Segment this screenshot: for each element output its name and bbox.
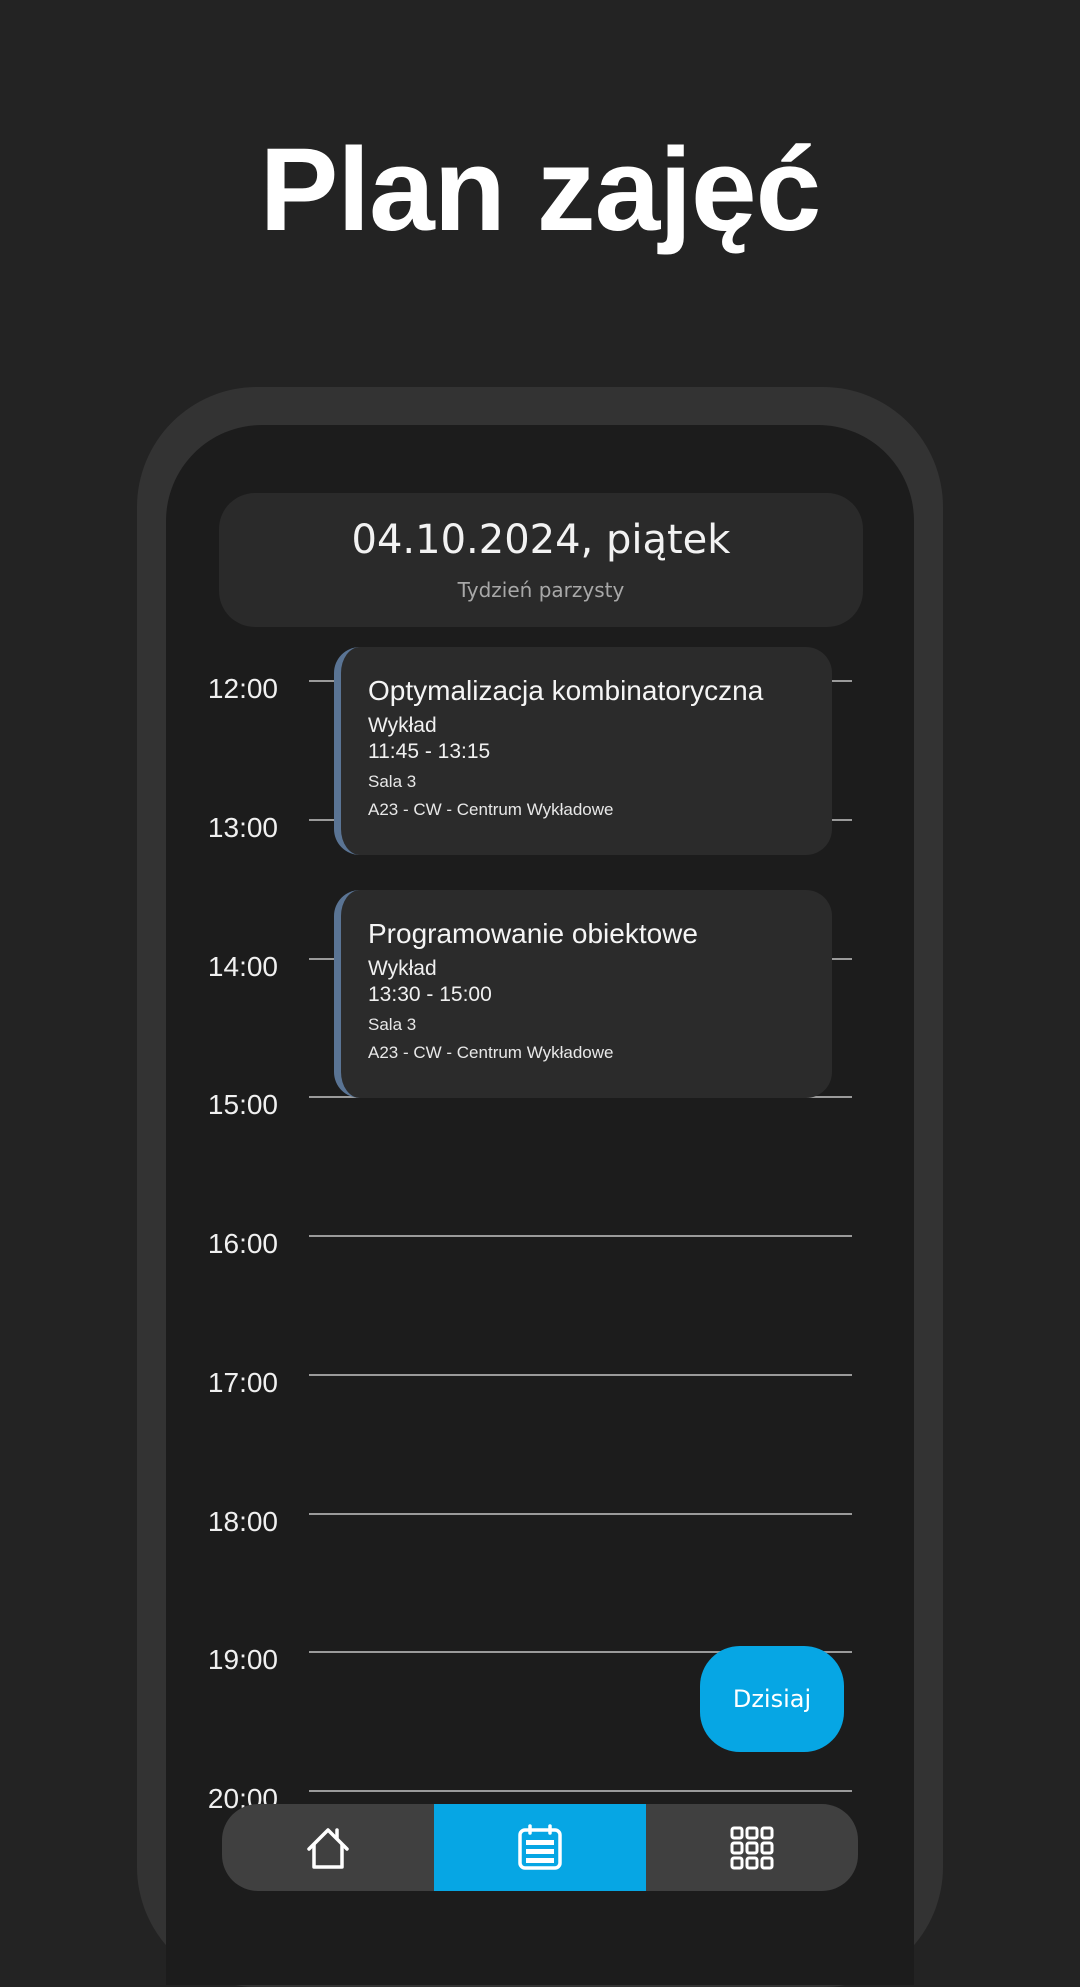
event-building: A23 - CW - Centrum Wykładowe (368, 800, 614, 819)
hour-label: 15:00 (207, 1089, 278, 1120)
grid-icon (730, 1826, 774, 1869)
calendar-icon (518, 1823, 562, 1870)
week-parity: Tydzień parzysty (457, 578, 625, 602)
event-card[interactable]: Optymalizacja kombinatoryczna Wykład 11:… (334, 647, 832, 855)
hour-label: 12:00 (207, 673, 278, 704)
hour-label: 14:00 (207, 951, 278, 982)
hour-label: 18:00 (207, 1506, 278, 1537)
hour-label: 16:00 (207, 1228, 278, 1259)
home-icon (307, 1827, 349, 1869)
event-card[interactable]: Programowanie obiektowe Wykład 13:30 - 1… (334, 890, 832, 1098)
nav-calendar[interactable] (434, 1804, 646, 1891)
nav-apps[interactable] (646, 1804, 858, 1891)
event-time: 11:45 - 13:15 (368, 740, 491, 763)
hour-label: 19:00 (207, 1644, 278, 1675)
hour-line (309, 1235, 852, 1237)
event-type: Wykład (368, 957, 437, 980)
event-title: Programowanie obiektowe (368, 918, 698, 949)
event-time: 13:30 - 15:00 (368, 983, 492, 1006)
hour-label: 17:00 (207, 1367, 278, 1398)
event-building: A23 - CW - Centrum Wykładowe (368, 1043, 614, 1062)
hour-line (309, 1374, 852, 1376)
event-room: Sala 3 (368, 772, 417, 791)
nav-home[interactable] (222, 1804, 434, 1891)
current-date: 04.10.2024, piątek (351, 517, 731, 563)
event-title: Optymalizacja kombinatoryczna (368, 675, 764, 706)
date-header-card[interactable]: 04.10.2024, piątek Tydzień parzysty (219, 493, 863, 627)
event-type: Wykład (368, 714, 437, 737)
bottom-nav (222, 1804, 858, 1891)
hour-label: 13:00 (207, 812, 278, 843)
today-button[interactable]: Dzisiaj (700, 1646, 844, 1752)
phone-screen: 04.10.2024, piątek Tydzień parzysty 12:0… (166, 425, 914, 1985)
event-room: Sala 3 (368, 1015, 417, 1034)
page-title: Plan zajęć (259, 124, 822, 256)
hour-line (309, 1513, 852, 1515)
hour-line (309, 1790, 852, 1792)
